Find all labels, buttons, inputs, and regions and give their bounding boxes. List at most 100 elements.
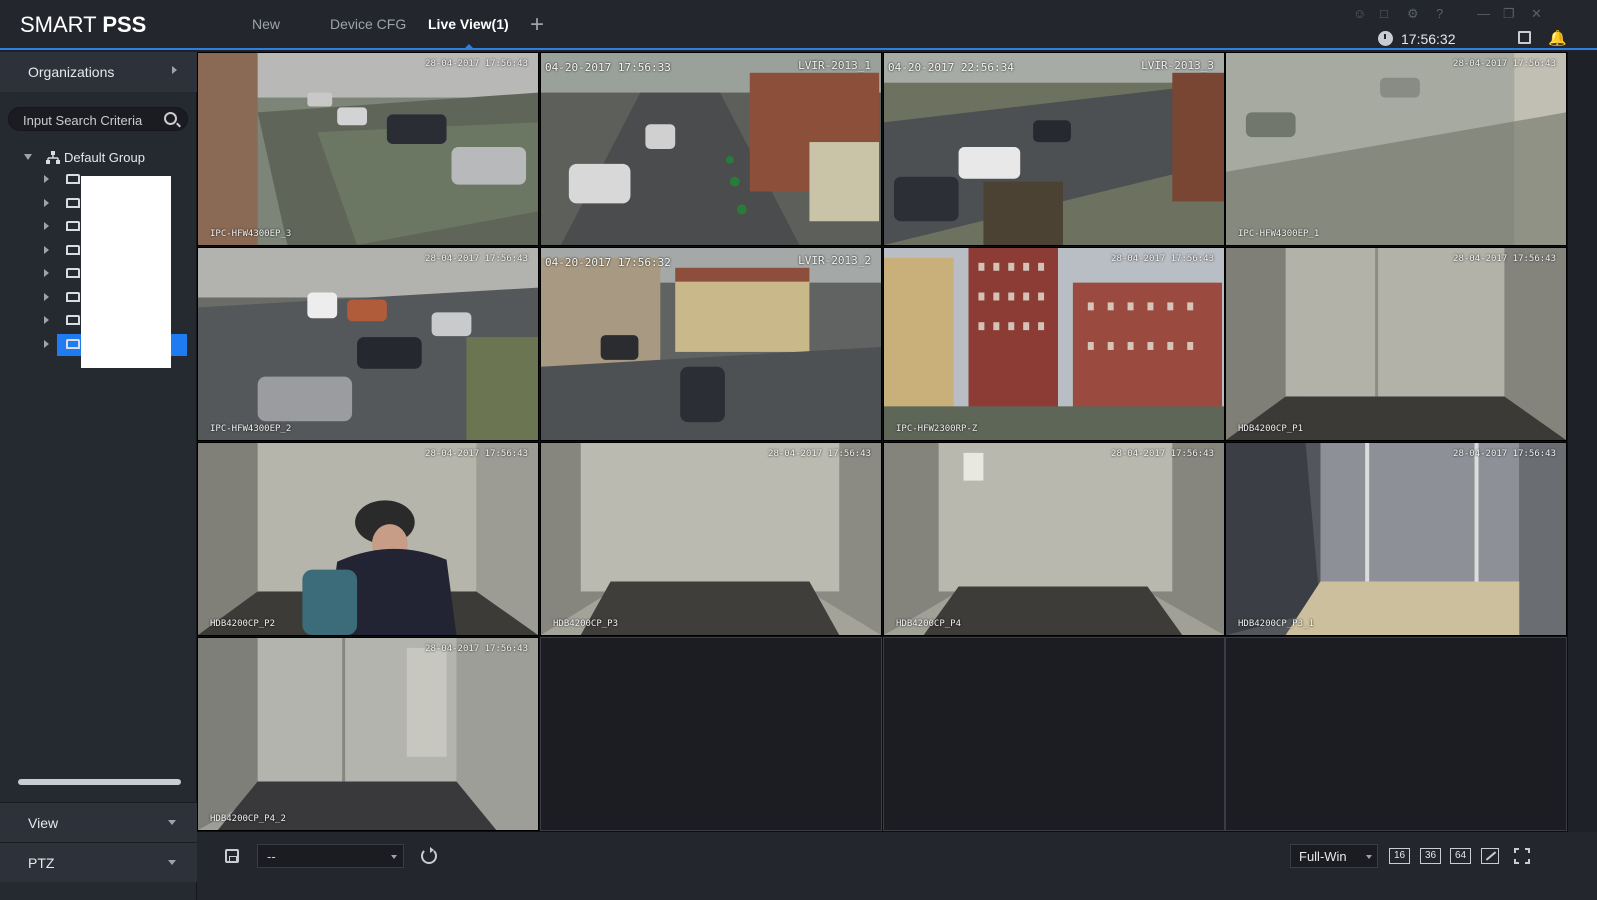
chevron-right-icon	[172, 66, 177, 74]
video-cell[interactable]: 28-04-2017 17:56:43 HDB4200CP_P4_2	[197, 637, 539, 831]
organizations-label: Organizations	[28, 64, 115, 80]
empty-video-cell[interactable]	[883, 637, 1225, 831]
title-bar: SMART PSS New Device CFG Live View(1) + …	[0, 0, 1597, 50]
video-cell[interactable]: 04-20-2017 17:56:32 LVIR-2013_2	[540, 247, 882, 441]
view-label: View	[28, 815, 59, 831]
device-sidebar: Organizations Default Group View	[0, 52, 197, 900]
view-select-value: --	[267, 849, 276, 864]
video-cell[interactable]: 28-04-2017 17:56:43 IPC-HFW4300EP_3	[197, 52, 539, 246]
custom-split-icon[interactable]	[1481, 848, 1499, 864]
video-timestamp: 28-04-2017 17:56:43	[1453, 254, 1556, 264]
help-icon[interactable]: ?	[1436, 6, 1443, 21]
camera-name-label: IPC-HFW4300EP_2	[210, 424, 292, 434]
video-cell[interactable]: 28-04-2017 17:56:43 IPC-HFW2300RP-Z	[883, 247, 1225, 441]
window-mode-value: Full-Win	[1299, 849, 1347, 864]
video-timestamp: 28-04-2017 17:56:43	[425, 59, 528, 69]
refresh-icon[interactable]	[421, 847, 437, 864]
camera-feed-image	[198, 638, 538, 830]
tab-new[interactable]: New	[252, 16, 280, 32]
camera-name-label: HDB4200CP_P2	[210, 619, 276, 629]
view-select[interactable]: --	[257, 844, 404, 868]
chevron-right-icon[interactable]	[44, 175, 49, 183]
restore-icon[interactable]: ❐	[1503, 6, 1515, 22]
video-timestamp: 28-04-2017 17:56:43	[425, 254, 528, 264]
chevron-right-icon[interactable]	[44, 316, 49, 324]
close-icon[interactable]: ✕	[1531, 6, 1542, 22]
video-cell[interactable]: 28-04-2017 17:56:43 HDB4200CP_P3	[540, 442, 882, 636]
gear-icon[interactable]: ⚙	[1407, 6, 1419, 22]
channel-overlay-label: LVIR-2013_1	[798, 59, 871, 72]
split-16-button[interactable]: 16	[1389, 848, 1410, 864]
video-cell[interactable]: 28-04-2017 17:56:43 HDB4200CP_P3_1	[1225, 442, 1567, 636]
window-mode-select[interactable]: Full-Win	[1290, 844, 1378, 868]
chevron-right-icon[interactable]	[44, 339, 49, 348]
nvr-device-icon	[66, 221, 80, 231]
search-box	[8, 107, 188, 131]
organizations-header[interactable]: Organizations	[0, 52, 197, 92]
camera-feed-image	[884, 248, 1224, 440]
camera-feed-image	[198, 443, 538, 635]
video-cell[interactable]: 28-04-2017 17:56:43 HDB4200CP_P1	[1225, 247, 1567, 441]
channel-overlay-label: LVIR-2013_2	[798, 254, 871, 267]
split-64-button[interactable]: 64	[1450, 848, 1471, 864]
camera-feed-image	[1226, 443, 1566, 635]
channel-overlay-label: LVIR-2013_3	[1141, 59, 1214, 72]
chevron-right-icon[interactable]	[44, 222, 49, 230]
camera-name-label: HDB4200CP_P4	[896, 619, 962, 629]
tree-root-default-group[interactable]: Default Group	[0, 147, 197, 169]
search-icon[interactable]	[164, 112, 177, 125]
ptz-panel-header[interactable]: PTZ	[0, 842, 197, 882]
video-cell[interactable]: 28-04-2017 17:56:43 HDB4200CP_P4	[883, 442, 1225, 636]
video-cell[interactable]: 04-20-2017 22:56:34 LVIR-2013_3	[883, 52, 1225, 246]
video-cell[interactable]: 04-20-2017 17:56:33 LVIR-2013_1	[540, 52, 882, 246]
video-timestamp: 28-04-2017 17:56:43	[1111, 254, 1214, 264]
system-clock: 17:56:32	[1401, 31, 1456, 47]
plus-icon[interactable]: +	[530, 13, 544, 37]
camera-feed-image	[541, 248, 881, 440]
search-input[interactable]	[23, 111, 153, 129]
bell-icon[interactable]: 🔔	[1548, 29, 1567, 47]
horizontal-scrollbar[interactable]	[18, 779, 181, 785]
video-cell[interactable]: 28-04-2017 17:56:43 HDB4200CP_P2	[197, 442, 539, 636]
video-cell[interactable]: 28-04-2017 17:56:43 IPC-HFW4300EP_1	[1225, 52, 1567, 246]
minimize-icon[interactable]: —	[1477, 6, 1490, 21]
logo-text-pss: PSS	[102, 12, 147, 37]
split-36-button[interactable]: 36	[1420, 848, 1441, 864]
nvr-device-icon	[66, 315, 80, 325]
chevron-down-icon	[1366, 855, 1372, 859]
lock-icon[interactable]: □	[1380, 6, 1388, 21]
clock-icon	[1378, 31, 1393, 46]
chevron-down-icon[interactable]	[24, 154, 32, 160]
app-logo: SMART PSS	[20, 12, 146, 38]
chevron-right-icon[interactable]	[44, 245, 49, 254]
video-timestamp: 28-04-2017 17:56:43	[425, 449, 528, 459]
chevron-right-icon[interactable]	[44, 198, 49, 207]
org-group-icon	[46, 151, 60, 164]
video-timestamp: 28-04-2017 17:56:43	[1111, 449, 1214, 459]
nvr-device-icon	[66, 174, 80, 184]
fullscreen-icon[interactable]	[1514, 848, 1530, 864]
camera-name-label: HDB4200CP_P4_2	[210, 814, 286, 824]
user-icon[interactable]: ☺	[1353, 6, 1366, 21]
video-timestamp: 28-04-2017 17:56:43	[1453, 449, 1556, 459]
view-panel-header[interactable]: View	[0, 802, 197, 842]
camera-feed-image	[541, 443, 881, 635]
camera-feed-image	[1226, 248, 1566, 440]
cpu-icon[interactable]	[1518, 31, 1531, 44]
nvr-device-icon	[66, 197, 80, 208]
camera-name-label: IPC-HFW2300RP-Z	[896, 424, 978, 434]
chevron-right-icon[interactable]	[44, 269, 49, 277]
chevron-down-icon	[168, 860, 176, 865]
empty-video-cell[interactable]	[1225, 637, 1567, 831]
empty-video-cell[interactable]	[540, 637, 882, 831]
tab-device-cfg[interactable]: Device CFG	[330, 16, 406, 32]
camera-name-label: HDB4200CP_P3	[553, 619, 619, 629]
video-timestamp: 28-04-2017 17:56:43	[768, 449, 871, 459]
camera-feed-image	[198, 53, 538, 245]
video-timestamp: 28-04-2017 17:56:43	[1453, 59, 1556, 69]
tab-live-view[interactable]: Live View(1)	[428, 16, 509, 32]
video-cell[interactable]: 28-04-2017 17:56:43 IPC-HFW4300EP_2	[197, 247, 539, 441]
chevron-right-icon[interactable]	[44, 292, 49, 301]
camera-name-label: HDB4200CP_P3_1	[1238, 619, 1314, 629]
save-view-icon[interactable]	[225, 849, 239, 863]
